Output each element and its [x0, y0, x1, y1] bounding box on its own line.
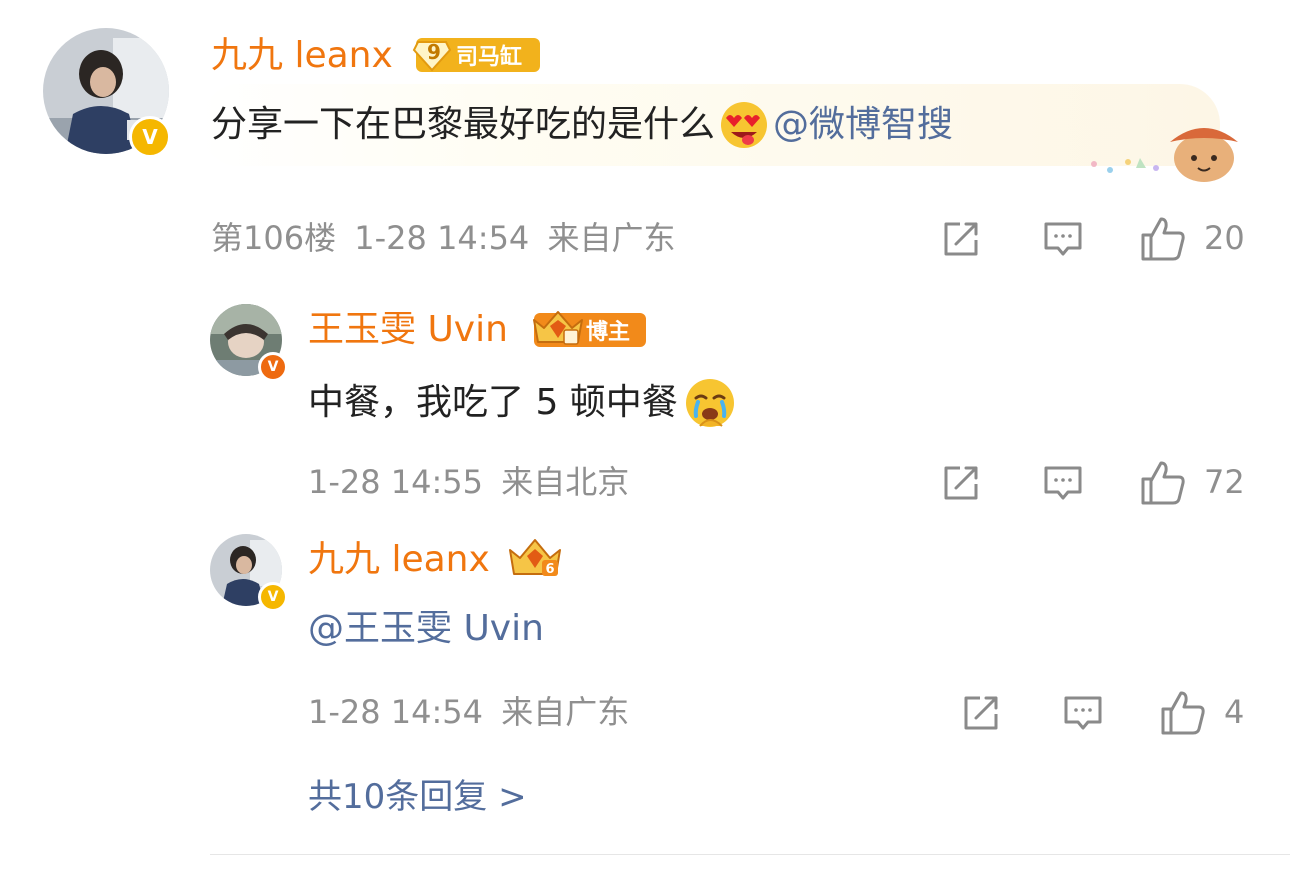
- location: 来自广东: [501, 693, 630, 731]
- like-icon: [1141, 461, 1185, 505]
- like-button[interactable]: [1138, 214, 1188, 264]
- reply-button[interactable]: [1060, 690, 1106, 736]
- comment-meta: 第106楼 1-28 14:54 来自广东: [211, 216, 675, 260]
- reply-mention[interactable]: @王玉雯 Uvin: [308, 604, 544, 654]
- more-replies-link[interactable]: 共10条回复 >: [308, 774, 527, 820]
- comment-icon: [1044, 222, 1082, 256]
- like-button[interactable]: [1158, 688, 1208, 738]
- like-icon: [1161, 691, 1205, 735]
- reply-meta: 1-28 14:55 来自北京: [308, 460, 629, 504]
- reply-text: 中餐，我吃了 5 顿中餐: [308, 376, 738, 430]
- timestamp: 1-28 14:55: [308, 463, 484, 501]
- heart-eyes-emoji: [721, 102, 768, 148]
- timestamp: 1-28 14:54: [308, 693, 484, 731]
- divider: [210, 854, 1290, 855]
- share-button[interactable]: [958, 690, 1004, 736]
- mention-link[interactable]: @微博智搜: [773, 100, 953, 150]
- username[interactable]: 九九 leanx: [211, 34, 393, 78]
- like-count: 20: [1204, 219, 1245, 257]
- like-button[interactable]: [1138, 458, 1188, 508]
- reply-button[interactable]: [1040, 460, 1086, 506]
- mascot-sticker-icon: [1091, 128, 1238, 182]
- comment-body: 分享一下在巴黎最好吃的是什么: [211, 104, 716, 145]
- like-count: 4: [1224, 693, 1245, 731]
- blogger-badge[interactable]: 博主: [533, 311, 646, 347]
- crying-emoji: [685, 379, 734, 427]
- crown-level: 6: [545, 562, 554, 577]
- reply-username[interactable]: 王玉雯 Uvin: [308, 308, 508, 352]
- verified-mark: V: [267, 589, 279, 605]
- share-button[interactable]: [938, 460, 984, 506]
- member-badge-label: 司马缸: [456, 45, 523, 70]
- like-icon: [1141, 217, 1185, 261]
- location: 来自北京: [501, 463, 630, 501]
- like-count: 72: [1204, 463, 1245, 501]
- comment-icon: [1044, 466, 1082, 500]
- share-icon: [944, 466, 978, 500]
- comment-text: 分享一下在巴黎最好吃的是什么 @微博智搜: [211, 100, 953, 150]
- verified-mark: V: [267, 359, 279, 375]
- verified-badge: V: [258, 352, 288, 382]
- member-level: 9: [427, 40, 441, 64]
- verified-badge: V: [258, 582, 288, 612]
- blogger-badge-label: 博主: [586, 320, 631, 345]
- crown-badge-icon[interactable]: 6: [506, 536, 564, 580]
- comment-icon: [1064, 696, 1102, 730]
- verified-badge: V: [129, 116, 171, 158]
- reply-meta: 1-28 14:54 来自广东: [308, 690, 629, 734]
- verified-mark: V: [142, 125, 158, 149]
- reply-username[interactable]: 九九 leanx: [308, 538, 490, 582]
- member-badge[interactable]: 9 司马缸: [412, 38, 540, 72]
- share-button[interactable]: [938, 216, 984, 262]
- crown-badge-icon: [533, 311, 583, 345]
- reply-button[interactable]: [1040, 216, 1086, 262]
- share-icon: [964, 696, 998, 730]
- share-icon: [944, 222, 978, 256]
- location: 来自广东: [547, 219, 676, 257]
- floor-number: 第106楼: [211, 219, 337, 257]
- reply-body: 中餐，我吃了 5 顿中餐: [308, 382, 678, 423]
- timestamp: 1-28 14:54: [354, 219, 530, 257]
